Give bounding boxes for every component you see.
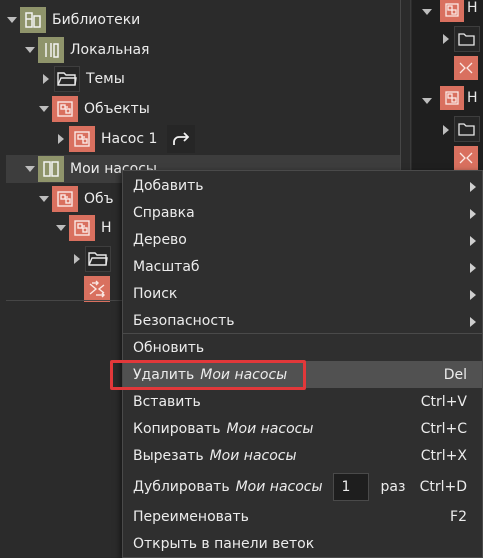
transfer-icon	[454, 56, 478, 80]
submenu-arrow-icon	[470, 261, 476, 277]
tree-row-my-pump[interactable]: Н	[55, 214, 112, 242]
tree-label-my-pump: Н	[101, 220, 112, 236]
expand-down-icon[interactable]	[38, 193, 50, 205]
menu-item-label: Копировать	[133, 420, 221, 437]
tree-row-my-objects[interactable]: Объ	[38, 185, 114, 213]
menu-item-label: Переименовать	[133, 508, 249, 525]
objects-icon	[440, 86, 464, 110]
menu-item-add[interactable]: Добавить	[123, 172, 482, 199]
tree-row-libraries[interactable]: Библиотеки	[6, 6, 140, 34]
menu-item-shortcut: Ctrl+D	[419, 478, 467, 495]
menu-item-shortcut: Ctrl+C	[420, 420, 467, 437]
branch-row-label: Н	[467, 90, 478, 106]
menu-item-label: Безопасность	[133, 312, 235, 329]
expand-right-icon[interactable]	[71, 253, 83, 265]
library-icon	[38, 156, 64, 182]
submenu-arrow-icon	[470, 234, 476, 250]
menu-item-label: Обновить	[133, 339, 205, 356]
menu-item-cut[interactable]: Вырезать Мои насосы Ctrl+X	[123, 442, 482, 469]
menu-item-label: Поиск	[133, 285, 178, 302]
menu-item-shortcut: Del	[443, 366, 467, 383]
duplicate-count-suffix: раз	[380, 478, 406, 495]
menu-item-label: Дерево	[133, 231, 187, 248]
menu-item-label: Вставить	[133, 393, 201, 410]
tree-row-my-transfer[interactable]	[84, 275, 116, 303]
menu-item-target: Мои насосы	[235, 478, 323, 495]
expand-down-icon[interactable]	[6, 14, 18, 26]
objects-icon	[440, 0, 464, 22]
folder-icon	[454, 116, 480, 142]
menu-item-scale[interactable]: Масштаб	[123, 253, 482, 280]
transfer-icon	[454, 146, 478, 170]
folder-icon	[85, 246, 111, 272]
menu-item-rename[interactable]: Переименовать F2	[123, 503, 482, 530]
duplicate-count-input[interactable]: 1	[332, 472, 369, 501]
expand-down-icon[interactable]	[55, 222, 67, 234]
menu-item-tree[interactable]: Дерево	[123, 226, 482, 253]
objects-icon	[52, 186, 78, 212]
tree-label-objects: Объекты	[84, 101, 150, 117]
menu-item-shortcut: Ctrl+X	[420, 447, 467, 464]
tree-row-local[interactable]: Локальная	[24, 36, 149, 64]
menu-item-target: Мои насосы	[209, 447, 297, 464]
submenu-arrow-icon	[470, 180, 476, 196]
menu-item-shortcut: F2	[450, 508, 467, 525]
menu-item-label: Масштаб	[133, 258, 200, 275]
folder-icon	[54, 66, 80, 92]
objects-icon	[52, 96, 78, 122]
menu-item-label: Вырезать	[133, 447, 204, 464]
expand-down-icon[interactable]	[38, 103, 50, 115]
menu-item-label: Справка	[133, 204, 195, 221]
libraries-icon	[20, 7, 46, 33]
local-library-icon	[38, 37, 64, 63]
expand-right-icon[interactable]	[442, 33, 450, 48]
pump-object-icon	[69, 215, 95, 241]
tree-row-my-folder[interactable]	[71, 245, 117, 273]
expand-down-icon[interactable]	[24, 44, 36, 56]
submenu-arrow-icon	[470, 288, 476, 304]
submenu-arrow-icon	[470, 207, 476, 223]
tree-label-themes: Темы	[86, 71, 125, 87]
tree-row-themes[interactable]: Темы	[40, 65, 125, 93]
menu-item-label: Дублировать	[133, 478, 230, 495]
expand-down-icon[interactable]	[422, 5, 432, 20]
menu-item-help[interactable]: Справка	[123, 199, 482, 226]
menu-item-search[interactable]: Поиск	[123, 280, 482, 307]
menu-item-refresh[interactable]: Обновить	[123, 334, 482, 361]
expand-down-icon[interactable]	[24, 163, 36, 175]
pump-object-icon	[69, 126, 95, 152]
menu-item-duplicate[interactable]: Дублировать Мои насосы 1 раз Ctrl+D	[123, 470, 482, 503]
tree-label-my-objects: Объ	[84, 191, 114, 207]
submenu-arrow-icon	[470, 315, 476, 331]
highlight-annotation-box	[110, 360, 306, 390]
menu-item-label: Открыть в панели веток	[133, 535, 315, 552]
menu-item-paste[interactable]: Вставить Ctrl+V	[123, 388, 482, 415]
menu-item-shortcut: Ctrl+V	[420, 393, 467, 410]
menu-item-open-branch-panel[interactable]: Открыть в панели веток	[123, 530, 482, 557]
tree-row-objects[interactable]: Объекты	[38, 95, 150, 123]
menu-item-label: Добавить	[133, 177, 204, 194]
folder-icon	[454, 26, 480, 52]
expand-right-icon[interactable]	[442, 124, 450, 139]
expand-down-icon[interactable]	[422, 94, 432, 109]
menu-item-copy[interactable]: Копировать Мои насосы Ctrl+C	[123, 415, 482, 442]
tree-row-pump1[interactable]: Насос 1	[55, 125, 201, 153]
expand-right-icon[interactable]	[55, 133, 67, 145]
transfer-icon	[84, 276, 110, 302]
expand-right-icon[interactable]	[40, 73, 52, 85]
branch-row-label: Н	[467, 0, 478, 16]
share-link-icon[interactable]	[167, 125, 196, 153]
tree-label-local: Локальная	[70, 42, 150, 58]
tree-label-pump1: Насос 1	[101, 131, 158, 147]
menu-item-target: Мои насосы	[226, 420, 314, 437]
tree-label-libraries: Библиотеки	[52, 12, 141, 28]
menu-item-security[interactable]: Безопасность	[123, 307, 482, 334]
